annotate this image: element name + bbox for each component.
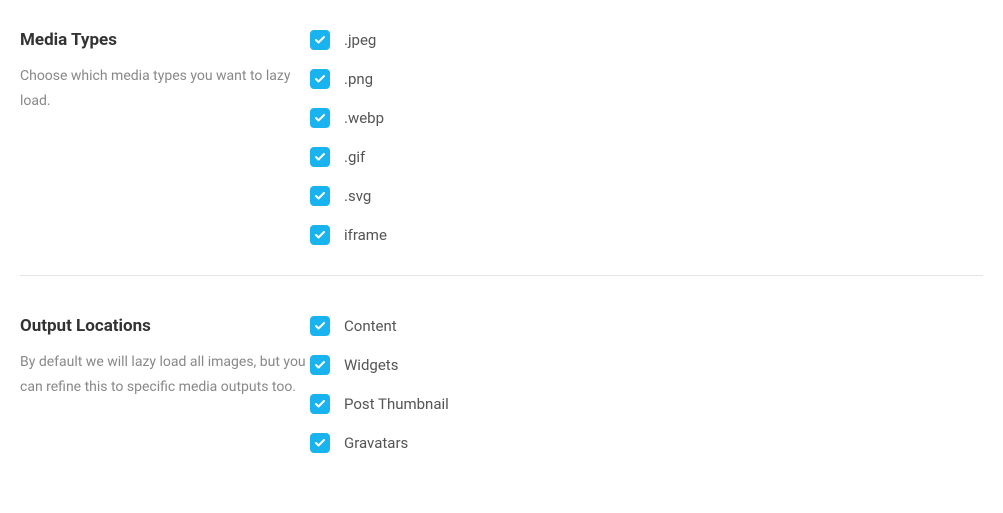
check-icon [314, 34, 326, 46]
checkbox-label: Content [344, 317, 397, 335]
section-right: Content Widgets Post Thumbnail Gravatars [310, 316, 983, 453]
checkbox-content[interactable]: Content [310, 316, 983, 336]
section-left: Media Types Choose which media types you… [20, 30, 310, 114]
checkbox-svg[interactable]: .svg [310, 186, 983, 206]
checkbox-input[interactable] [310, 69, 330, 89]
checkbox-gif[interactable]: .gif [310, 147, 983, 167]
checkbox-input[interactable] [310, 433, 330, 453]
checkbox-gravatars[interactable]: Gravatars [310, 433, 983, 453]
checkbox-label: Post Thumbnail [344, 395, 449, 413]
section-title: Media Types [20, 30, 310, 50]
checkbox-jpeg[interactable]: .jpeg [310, 30, 983, 50]
section-title: Output Locations [20, 316, 310, 336]
checkbox-post-thumbnail[interactable]: Post Thumbnail [310, 394, 983, 414]
check-icon [314, 151, 326, 163]
checkbox-label: iframe [344, 226, 387, 244]
checkbox-label: .gif [344, 148, 365, 166]
checkbox-input[interactable] [310, 355, 330, 375]
check-icon [314, 190, 326, 202]
checkbox-input[interactable] [310, 316, 330, 336]
checkbox-label: Gravatars [344, 434, 408, 452]
check-icon [314, 320, 326, 332]
checkbox-label: .svg [344, 187, 371, 205]
check-icon [314, 437, 326, 449]
checkbox-input[interactable] [310, 186, 330, 206]
checkbox-webp[interactable]: .webp [310, 108, 983, 128]
section-right: .jpeg .png .webp .gif .svg [310, 30, 983, 245]
check-icon [314, 398, 326, 410]
check-icon [314, 229, 326, 241]
check-icon [314, 359, 326, 371]
check-icon [314, 112, 326, 124]
checkbox-label: .png [344, 70, 373, 88]
checkbox-input[interactable] [310, 147, 330, 167]
check-icon [314, 73, 326, 85]
checkbox-png[interactable]: .png [310, 69, 983, 89]
checkbox-label: .jpeg [344, 31, 376, 49]
section-description: Choose which media types you want to laz… [20, 64, 310, 114]
checkbox-input[interactable] [310, 108, 330, 128]
checkbox-label: .webp [344, 109, 384, 127]
media-types-section: Media Types Choose which media types you… [20, 30, 983, 275]
section-description: By default we will lazy load all images,… [20, 350, 310, 400]
checkbox-input[interactable] [310, 394, 330, 414]
checkbox-widgets[interactable]: Widgets [310, 355, 983, 375]
checkbox-label: Widgets [344, 356, 398, 374]
checkbox-input[interactable] [310, 225, 330, 245]
output-locations-section: Output Locations By default we will lazy… [20, 275, 983, 483]
checkbox-input[interactable] [310, 30, 330, 50]
section-left: Output Locations By default we will lazy… [20, 316, 310, 400]
checkbox-iframe[interactable]: iframe [310, 225, 983, 245]
